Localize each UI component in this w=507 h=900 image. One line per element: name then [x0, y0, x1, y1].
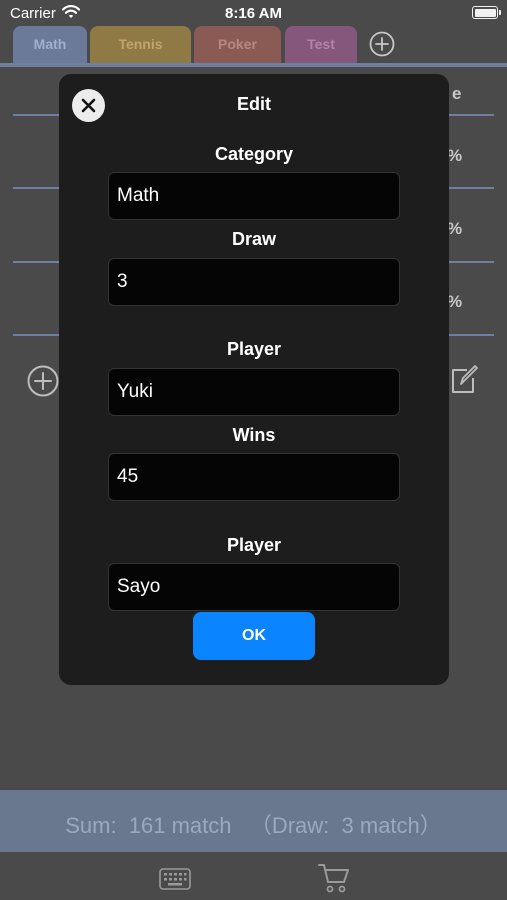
clock: 8:16 AM	[225, 5, 282, 22]
add-row-icon[interactable]	[27, 365, 59, 397]
player-1-label: Player	[226, 339, 282, 359]
table-header-fragment: e	[452, 84, 462, 103]
category-input[interactable]: Math	[108, 172, 400, 220]
category-label: Category	[214, 144, 294, 164]
percent-cell: %	[447, 219, 463, 238]
player-2-label: Player	[226, 535, 282, 555]
cart-icon[interactable]	[318, 862, 350, 894]
ok-button[interactable]: OK	[193, 612, 315, 660]
add-tab-icon[interactable]	[369, 31, 395, 57]
tab-poker[interactable]: Poker	[194, 26, 281, 66]
summary-text: Sum: 161 match （Draw: 3 match）	[65, 813, 442, 838]
player-2-input[interactable]: Sayo	[108, 563, 400, 611]
percent-cell: %	[447, 292, 463, 311]
keyboard-icon[interactable]	[159, 868, 191, 892]
player-1-input[interactable]: Yuki	[108, 368, 400, 416]
edit-icon[interactable]	[447, 364, 479, 396]
battery-icon	[472, 6, 501, 19]
tab-math[interactable]: Math	[13, 26, 87, 66]
draw-input[interactable]: 3	[108, 258, 400, 306]
wins-input[interactable]: 45	[108, 453, 400, 501]
draw-label: Draw	[231, 229, 276, 249]
percent-cell: %	[447, 146, 463, 165]
tab-test[interactable]: Test	[285, 26, 357, 66]
wins-label: Wins	[232, 425, 276, 445]
modal-title: Edit	[237, 94, 271, 114]
tab-tennis[interactable]: Tennis	[90, 26, 191, 66]
bottom-toolbar	[0, 852, 507, 900]
tab-underline	[0, 63, 507, 67]
